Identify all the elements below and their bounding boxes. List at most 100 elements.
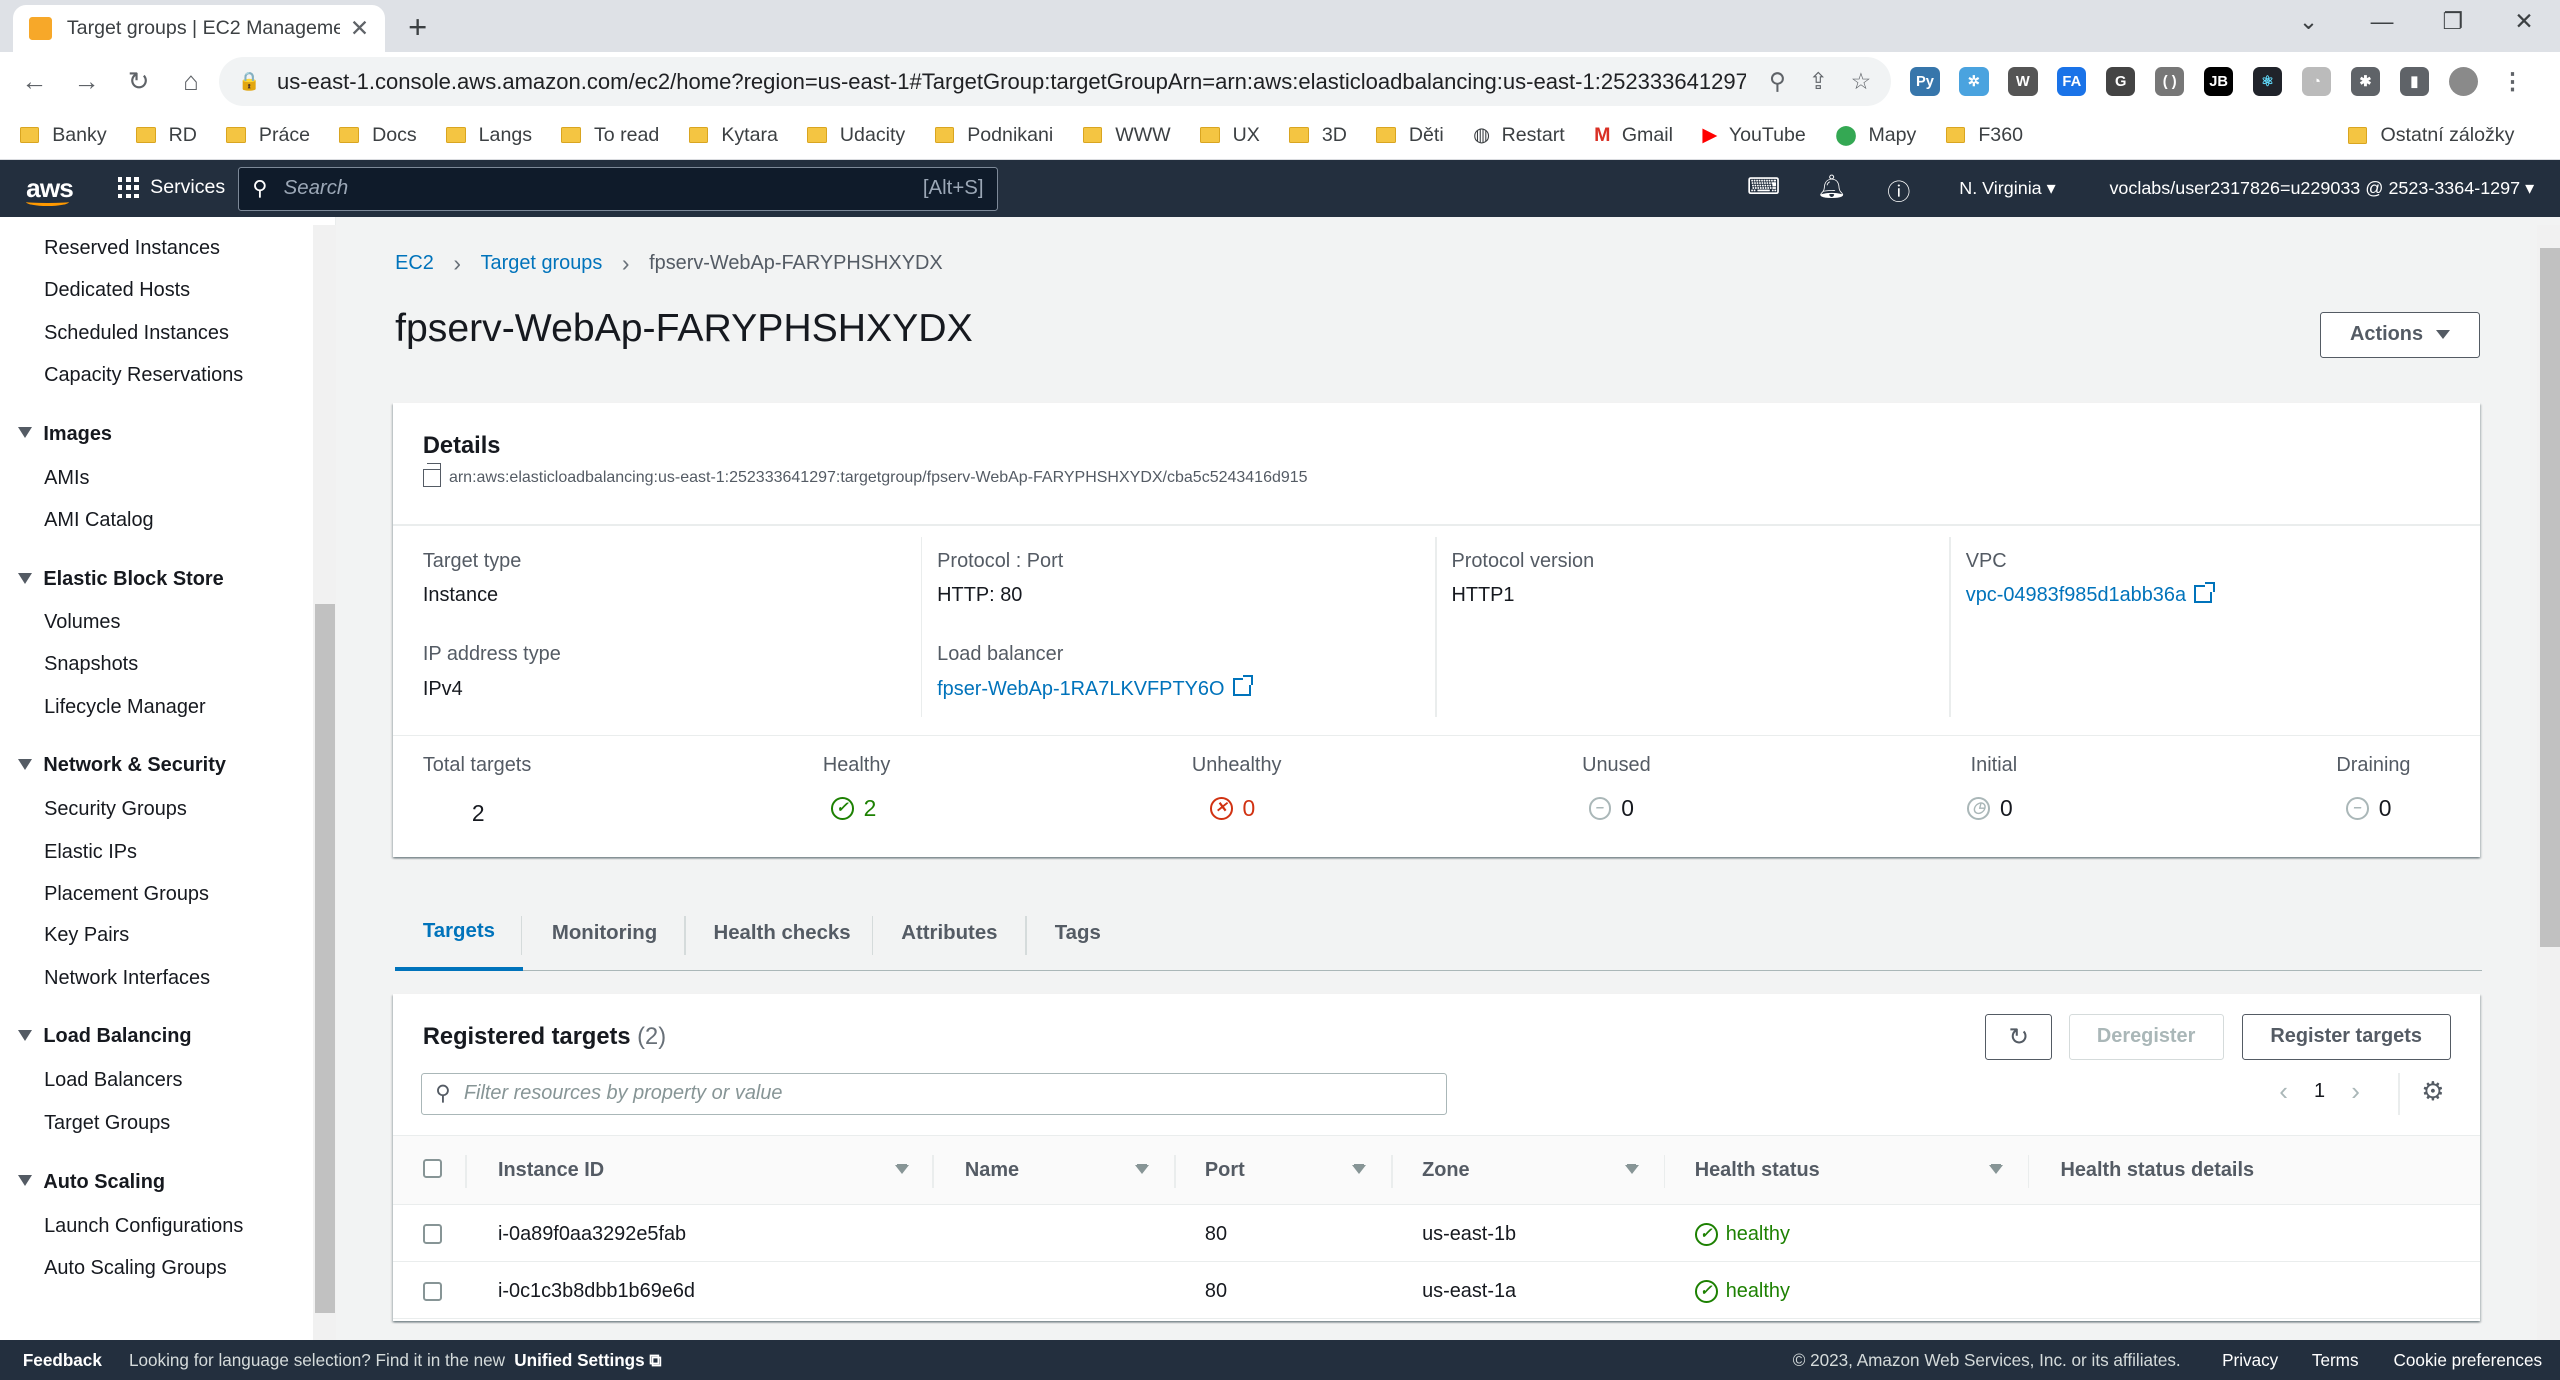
bookmark-item[interactable]: RD [136,124,197,147]
sidebar-section-auto-scaling[interactable]: Auto Scaling [17,1171,165,1194]
bookmark-item[interactable]: Děti [1376,124,1444,147]
gear-icon[interactable]: ⚙ [2421,1076,2444,1107]
wordpress-ext-icon[interactable]: W [2008,66,2038,97]
sidebar-section-images[interactable]: Images [17,423,112,446]
sidebar-item-placement-groups[interactable]: Placement Groups [44,883,209,906]
side-panel-icon[interactable]: ▮ [2399,66,2430,97]
copy-icon[interactable] [422,463,442,487]
column-name[interactable]: Name [965,1159,1019,1182]
main-scroll-thumb[interactable] [2540,248,2560,947]
restore-icon[interactable]: ❐ [2443,8,2463,35]
lock-icon[interactable]: 🔒 [238,71,260,92]
sidebar-item-lifecycle-manager[interactable]: Lifecycle Manager [44,696,206,719]
sidebar-item-elastic-ips[interactable]: Elastic IPs [44,841,137,864]
zoom-icon[interactable]: ⚲ [1769,68,1786,95]
tab-attributes[interactable]: Attributes [901,896,997,971]
tab-health-checks[interactable]: Health checks [713,896,850,971]
ext-icon[interactable]: G [2106,66,2136,97]
vpc-link[interactable]: vpc-04983f985d1abb36a [1966,582,2216,607]
refresh-button[interactable]: ↻ [1985,1013,2053,1060]
breadcrumb-target-groups[interactable]: Target groups [481,252,603,275]
sidebar-item-ami-catalog[interactable]: AMI Catalog [44,509,154,532]
ext-icon[interactable]: ◔ [2301,66,2332,97]
column-zone[interactable]: Zone [1422,1159,1470,1182]
bookmark-item[interactable]: Langs [446,124,532,147]
sort-icon[interactable] [1988,1164,2003,1174]
unified-settings-link[interactable]: Unified Settings ⧉ [514,1350,661,1371]
sort-icon[interactable] [1351,1164,1366,1174]
cookie-preferences-link[interactable]: Cookie preferences [2394,1350,2543,1371]
search-input[interactable]: ⚲ Search [Alt+S] [238,166,998,211]
services-menu[interactable]: Services [117,176,225,199]
sidebar-item-reserved-instances[interactable]: Reserved Instances [44,237,220,260]
actions-button[interactable]: Actions [2320,311,2481,358]
sort-icon[interactable] [1624,1164,1639,1174]
notifications-bell-icon[interactable]: 🔔︎ [1817,173,1846,200]
page-number[interactable]: 1 [2314,1080,2325,1103]
forward-icon[interactable]: → [60,66,112,97]
bookmark-item[interactable]: WWW [1082,124,1171,147]
share-icon[interactable]: ⇪ [1809,68,1828,95]
sidebar-item-scheduled-instances[interactable]: Scheduled Instances [44,322,229,345]
tab-monitoring[interactable]: Monitoring [552,896,657,971]
sidebar-section-elastic-block-store[interactable]: Elastic Block Store [17,568,224,591]
sidebar-scroll-thumb[interactable] [315,604,335,1313]
column-health-status[interactable]: Health status [1695,1159,1820,1182]
chrome-menu-icon[interactable]: ⋮ [2497,66,2528,97]
bookmark-item[interactable]: ▶ YouTube [1702,123,1805,147]
sidebar-item-amis[interactable]: AMIs [44,467,89,490]
bookmark-item[interactable]: F360 [1945,124,2023,147]
bookmark-item[interactable]: UX [1200,124,1260,147]
sidebar-section-network-security[interactable]: Network & Security [17,754,226,777]
minimize-icon[interactable]: — [2371,8,2394,35]
sidebar-scrollbar[interactable] [313,225,337,1341]
sort-icon[interactable] [894,1164,909,1174]
bookmark-item[interactable]: Docs [339,124,417,147]
deregister-button[interactable]: Deregister [2068,1013,2224,1060]
sidebar-item-load-balancers[interactable]: Load Balancers [44,1069,182,1092]
fa-ext-icon[interactable]: FA [2057,66,2087,97]
address-bar[interactable]: 🔒 us-east-1.console.aws.amazon.com/ec2/h… [218,57,1891,107]
bookmark-item[interactable]: Udacity [807,124,905,147]
jetbrains-ext-icon[interactable]: JB [2203,66,2234,97]
bookmark-item[interactable]: Podnikani [934,124,1053,147]
ext-icon[interactable]: ✲ [1959,66,1989,97]
cloudshell-icon[interactable]: ⌨ [1747,173,1780,200]
row-checkbox[interactable] [422,1281,443,1302]
bookmark-item[interactable]: Práce [226,124,310,147]
account-menu[interactable]: voclabs/user2317826=u229033 @ 2523-3364-… [2109,178,2534,199]
sidebar-item-network-interfaces[interactable]: Network Interfaces [44,967,210,990]
chevron-right-icon[interactable]: › [2351,1076,2360,1107]
terms-link[interactable]: Terms [2312,1350,2359,1371]
select-all-checkbox[interactable] [422,1158,443,1179]
row-checkbox[interactable] [422,1224,443,1245]
profile-avatar[interactable] [2448,66,2479,97]
main-scrollbar[interactable] [2537,225,2560,1341]
sidebar-item-volumes[interactable]: Volumes [44,611,120,634]
sidebar-section-load-balancing[interactable]: Load Balancing [17,1025,192,1048]
bookmark-star-icon[interactable]: ☆ [1851,68,1871,95]
instance-id-link[interactable]: i-0c1c3b8dbb1b69e6d [498,1280,695,1303]
sort-icon[interactable] [1134,1164,1149,1174]
load-balancer-link[interactable]: fpser-WebAp-1RA7LKVFPTY6O [937,675,1254,701]
sidebar-item-key-pairs[interactable]: Key Pairs [44,924,129,947]
python-ext-icon[interactable]: Py [1910,66,1940,97]
column-instance-id[interactable]: Instance ID [498,1159,604,1182]
bookmark-item[interactable]: 3D [1289,124,1347,147]
home-icon[interactable]: ⌂ [165,66,217,97]
aws-logo[interactable]: aws [26,173,74,206]
other-bookmarks[interactable]: Ostatní záložky [2347,111,2514,160]
help-icon[interactable]: ⓘ [1887,173,1910,207]
filter-input[interactable]: ⚲ Filter resources by property or value [421,1072,1447,1116]
sidebar-item-dedicated-hosts[interactable]: Dedicated Hosts [44,279,190,302]
bookmark-item[interactable]: To read [561,124,659,147]
bookmark-item[interactable]: ⬤ Mapy [1835,123,1916,147]
column-health-status-details[interactable]: Health status details [2060,1159,2254,1182]
bookmark-item[interactable]: ◍ Restart [1473,123,1565,147]
new-tab-icon[interactable]: + [408,8,437,46]
privacy-link[interactable]: Privacy [2222,1350,2278,1371]
sidebar-item-target-groups[interactable]: Target Groups [44,1112,170,1135]
sidebar-item-auto-scaling-groups[interactable]: Auto Scaling Groups [44,1257,227,1280]
reload-icon[interactable]: ↻ [113,66,165,97]
sidebar-item-capacity-reservations[interactable]: Capacity Reservations [44,364,243,387]
